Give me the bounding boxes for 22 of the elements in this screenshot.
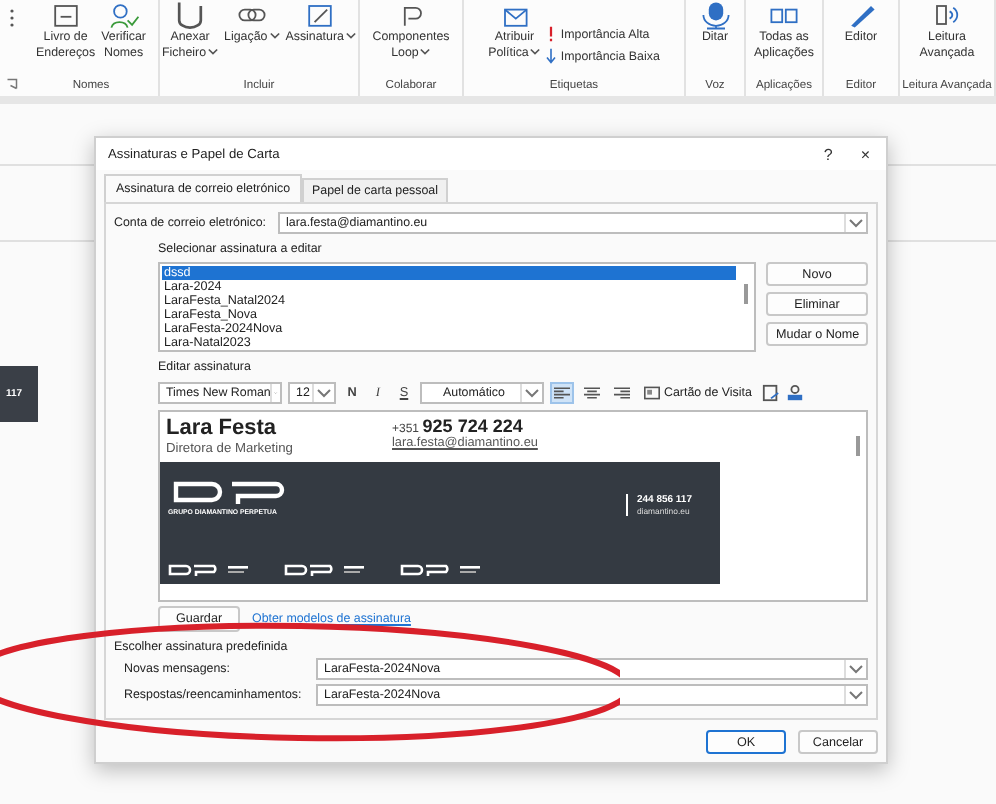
dropdown-arrow-icon [844, 214, 866, 232]
help-button[interactable]: ? [819, 145, 837, 163]
dropdown-arrow-icon [844, 686, 866, 704]
dropdown-arrow-icon [844, 660, 866, 678]
dialog-launcher-icon[interactable] [6, 78, 18, 90]
signature-name: Lara Festa [166, 416, 279, 440]
card-icon [644, 386, 660, 400]
align-right-icon [614, 386, 630, 400]
align-left-icon [554, 386, 570, 400]
align-button[interactable] [580, 382, 604, 404]
exclamation-icon [546, 26, 557, 42]
align-button[interactable] [550, 382, 574, 404]
more-icon[interactable] [8, 8, 16, 28]
down-arrow-icon [546, 48, 557, 64]
align-center-icon [584, 386, 600, 400]
person-check-icon [105, 0, 142, 30]
phone-number: 925 724 224 [422, 416, 523, 436]
align-button[interactable] [610, 382, 634, 404]
dropdown-arrow-icon [520, 384, 542, 402]
dropdown-arrow-icon [312, 384, 334, 402]
microphone-icon [697, 0, 733, 30]
close-button[interactable]: × [856, 145, 874, 163]
